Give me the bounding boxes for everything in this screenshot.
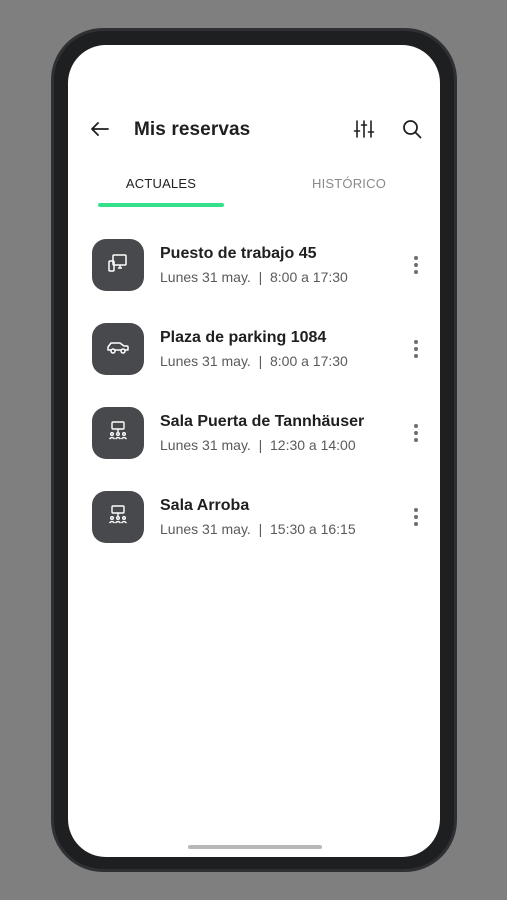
meeting-room-icon bbox=[105, 418, 131, 449]
item-subtitle: Lunes 31 may. | 12:30 a 14:00 bbox=[160, 437, 356, 453]
list-item[interactable]: Plaza de parking 1084 Lunes 31 may. | 8:… bbox=[68, 321, 440, 405]
item-title: Sala Arroba bbox=[160, 497, 250, 514]
more-options-button[interactable] bbox=[404, 419, 428, 447]
item-title: Plaza de parking 1084 bbox=[160, 329, 327, 346]
item-title: Puesto de trabajo 45 bbox=[160, 245, 317, 262]
workstation-icon bbox=[105, 250, 131, 281]
more-options-button[interactable] bbox=[404, 251, 428, 279]
item-icon-badge bbox=[92, 323, 144, 375]
more-vertical-icon bbox=[414, 340, 418, 344]
more-vertical-icon bbox=[414, 424, 418, 428]
list-item[interactable]: Sala Puerta de Tannhäuser Lunes 31 may. … bbox=[68, 405, 440, 489]
more-vertical-icon bbox=[414, 508, 418, 512]
list-item[interactable]: Puesto de trabajo 45 Lunes 31 may. | 8:0… bbox=[68, 237, 440, 321]
more-vertical-icon bbox=[414, 256, 418, 260]
search-button[interactable] bbox=[398, 117, 426, 145]
reservations-list: Puesto de trabajo 45 Lunes 31 may. | 8:0… bbox=[68, 237, 440, 573]
more-options-button[interactable] bbox=[404, 503, 428, 531]
tab-bar: ACTUALES HISTÓRICO bbox=[68, 173, 440, 211]
item-icon-badge bbox=[92, 239, 144, 291]
more-options-button[interactable] bbox=[404, 335, 428, 363]
filter-button[interactable] bbox=[350, 117, 378, 145]
page-title: Mis reservas bbox=[134, 119, 251, 140]
search-icon bbox=[401, 118, 423, 145]
meeting-room-icon bbox=[105, 502, 131, 533]
sliders-icon bbox=[353, 118, 375, 145]
car-icon bbox=[105, 334, 131, 365]
back-button[interactable] bbox=[86, 117, 114, 145]
list-item[interactable]: Sala Arroba Lunes 31 may. | 15:30 a 16:1… bbox=[68, 489, 440, 573]
item-subtitle: Lunes 31 may. | 8:00 a 17:30 bbox=[160, 353, 348, 369]
item-icon-badge bbox=[92, 407, 144, 459]
home-indicator[interactable] bbox=[188, 845, 322, 849]
arrow-left-icon bbox=[88, 117, 112, 146]
item-subtitle: Lunes 31 may. | 8:00 a 17:30 bbox=[160, 269, 348, 285]
active-tab-indicator bbox=[98, 203, 224, 207]
app-screen: Mis reservas ACTUALES HISTÓRICO Puesto d… bbox=[68, 45, 440, 857]
item-subtitle: Lunes 31 may. | 15:30 a 16:15 bbox=[160, 521, 356, 537]
item-title: Sala Puerta de Tannhäuser bbox=[160, 413, 365, 430]
phone-frame: Mis reservas ACTUALES HISTÓRICO Puesto d… bbox=[51, 28, 457, 872]
app-header: Mis reservas bbox=[68, 109, 440, 153]
tab-historico[interactable]: HISTÓRICO bbox=[286, 173, 412, 211]
item-icon-badge bbox=[92, 491, 144, 543]
